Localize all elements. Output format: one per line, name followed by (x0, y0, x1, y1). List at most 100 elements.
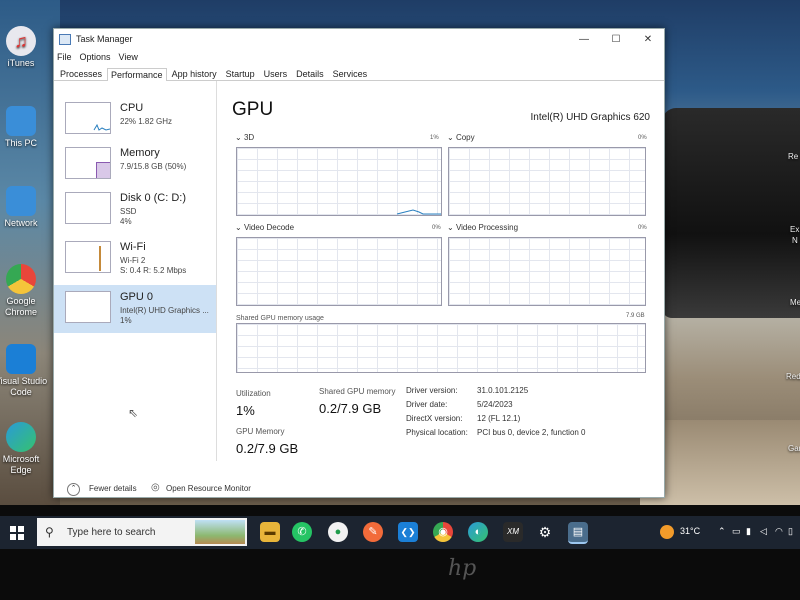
sidebar-item-detail: SSD (120, 207, 137, 216)
tab-processes[interactable]: Processes (56, 67, 106, 80)
desktop-icon-label: Google Chrome (4, 296, 37, 317)
gpu-model: Intel(R) UHD Graphics 620 (530, 112, 650, 123)
search-placeholder: Type here to search (67, 527, 156, 538)
weather-temperature[interactable]: 31°C (680, 526, 700, 536)
battery-tray-icon[interactable]: ▮ (746, 526, 751, 537)
sidebar-item-detail: 1% (120, 316, 132, 325)
panel-label-copy[interactable]: ⌄ Copy (447, 133, 475, 142)
shared-memory-label: Shared GPU memory usage (236, 315, 324, 322)
whatsapp-icon[interactable]: ✆ (292, 522, 312, 542)
wifi-thumbnail-graph (65, 241, 111, 273)
page-title: GPU (232, 99, 274, 120)
menu-options[interactable]: Options (80, 52, 111, 62)
weather-icon[interactable] (660, 525, 674, 539)
desktop-icon-label: This PC (4, 138, 37, 148)
utilization-label: Utilization (236, 389, 271, 398)
chrome-icon[interactable]: ◉ (433, 522, 453, 542)
shared-memory-stat-value: 0.2/7.9 GB (319, 401, 382, 416)
sidebar-item-label: Wi-Fi (120, 241, 146, 253)
panel-label-video-processing[interactable]: ⌄ Video Processing (447, 223, 518, 232)
desktop-icon-label: Microsoft Edge (2, 454, 40, 475)
panel-label-video-decode[interactable]: ⌄ Video Decode (235, 223, 294, 232)
sidebar-item-gpu[interactable]: GPU 0 Intel(R) UHD Graphics ... 1% (54, 285, 216, 333)
memory-thumbnail-graph (65, 147, 111, 179)
chevron-up-icon[interactable]: ⌃ (67, 483, 80, 496)
panel-label-text: Video Processing (455, 223, 519, 232)
network-tray-icon[interactable]: ▭ (732, 526, 741, 537)
graph-3d (236, 147, 442, 216)
chrome-icon (6, 264, 36, 294)
maximize-button[interactable]: ☐ (600, 34, 632, 45)
tray-chevron-icon[interactable]: ⌃ (718, 526, 726, 537)
postman-icon[interactable]: ✎ (363, 522, 383, 542)
sidebar-item-detail: Wi-Fi 2 (120, 256, 146, 265)
panel-label-3d[interactable]: ⌄ 3D (235, 133, 254, 142)
edge-icon[interactable]: ◐ (468, 522, 488, 542)
wallpaper-vehicle (662, 108, 800, 318)
start-button[interactable] (10, 526, 24, 540)
panel-label-text: 3D (243, 133, 255, 142)
graph-copy (448, 147, 646, 216)
minimize-button[interactable]: — (568, 34, 600, 45)
panel-label-text: Copy (455, 133, 475, 142)
hp-logo: hp (448, 556, 477, 581)
sidebar-item-label: CPU (120, 102, 144, 114)
sidebar-item-detail: 22% 1.82 GHz (120, 117, 173, 126)
tab-startup[interactable]: Startup (222, 67, 259, 80)
vscode-icon[interactable]: ❮❯ (398, 522, 418, 542)
cpu-thumbnail-graph (65, 102, 111, 134)
window-footer: ⌃ Fewer details ◎ Open Resource Monitor (54, 481, 664, 497)
desktop-icon-this-pc[interactable]: This PC (0, 106, 48, 149)
window-title: Task Manager (76, 34, 133, 44)
directx-version-value: 12 (FL 12.1) (477, 414, 521, 423)
search-icon: ⚲ (45, 525, 54, 539)
menu-file[interactable]: File (57, 52, 72, 62)
gpu-memory-value: 0.2/7.9 GB (236, 441, 299, 456)
edge-icon (6, 422, 36, 452)
graph-3d-line (396, 209, 441, 215)
open-resource-monitor-link[interactable]: Open Resource Monitor (166, 484, 251, 493)
computer-icon (6, 106, 36, 136)
panel-pct-copy: 0% (638, 135, 647, 141)
utilization-value: 1% (236, 403, 255, 418)
desktop-icon-vscode[interactable]: Visual Studio Code (0, 344, 48, 398)
wifi-tray-icon[interactable]: ◠ (775, 526, 783, 537)
desktop-icon-chrome[interactable]: Google Chrome (0, 264, 48, 318)
desktop-icon-network[interactable]: Network (0, 186, 48, 229)
sidebar-item-disk[interactable]: Disk 0 (C: D:) SSD 4% (54, 186, 216, 234)
title-bar[interactable]: Task Manager — ☐ ✕ (54, 29, 664, 49)
driver-date-value: 5/24/2023 (477, 400, 513, 409)
panel-pct-video-decode: 0% (432, 225, 441, 231)
close-button[interactable]: ✕ (632, 34, 664, 45)
settings-icon[interactable]: ⚙ (535, 522, 555, 542)
tab-details[interactable]: Details (292, 67, 328, 80)
tab-services[interactable]: Services (329, 67, 372, 80)
windows-logo-icon (10, 526, 24, 540)
tab-users[interactable]: Users (260, 67, 292, 80)
search-box[interactable]: ⚲ Type here to search (37, 518, 247, 546)
gpu-thumbnail-graph (65, 291, 111, 323)
xampp-icon[interactable]: XM (503, 522, 523, 542)
sidebar-item-wifi[interactable]: Wi-Fi Wi-Fi 2 S: 0.4 R: 5.2 Mbps (54, 235, 216, 283)
file-explorer-icon[interactable]: ▬ (260, 522, 280, 542)
task-manager-icon[interactable]: ▤ (568, 522, 588, 544)
fewer-details-link[interactable]: Fewer details (89, 484, 137, 493)
desktop-edge-text: N (792, 236, 798, 245)
menu-view[interactable]: View (119, 52, 138, 62)
tab-app-history[interactable]: App history (168, 67, 221, 80)
gpu-memory-label: GPU Memory (236, 427, 285, 436)
sidebar-item-memory[interactable]: Memory 7.9/15.8 GB (50%) (54, 141, 216, 189)
desktop-icon-itunes[interactable]: ♫ iTunes (0, 26, 48, 69)
driver-date-key: Driver date: (406, 400, 448, 409)
volume-tray-icon[interactable]: ◁ (760, 526, 767, 537)
shared-memory-max: 7.9 GB (626, 313, 645, 319)
sidebar-item-cpu[interactable]: CPU 22% 1.82 GHz (54, 96, 216, 144)
mongodb-compass-icon[interactable]: ● (328, 522, 348, 542)
physical-location-key: Physical location: (406, 428, 468, 437)
tab-performance[interactable]: Performance (107, 68, 167, 81)
notification-tray-icon[interactable]: ▯ (788, 526, 793, 537)
desktop-icon-label: iTunes (7, 58, 35, 68)
shared-memory-stat-label: Shared GPU memory (319, 387, 396, 396)
sidebar-item-label: Disk 0 (C: D:) (120, 192, 186, 204)
desktop-icon-edge[interactable]: Microsoft Edge (0, 422, 48, 476)
